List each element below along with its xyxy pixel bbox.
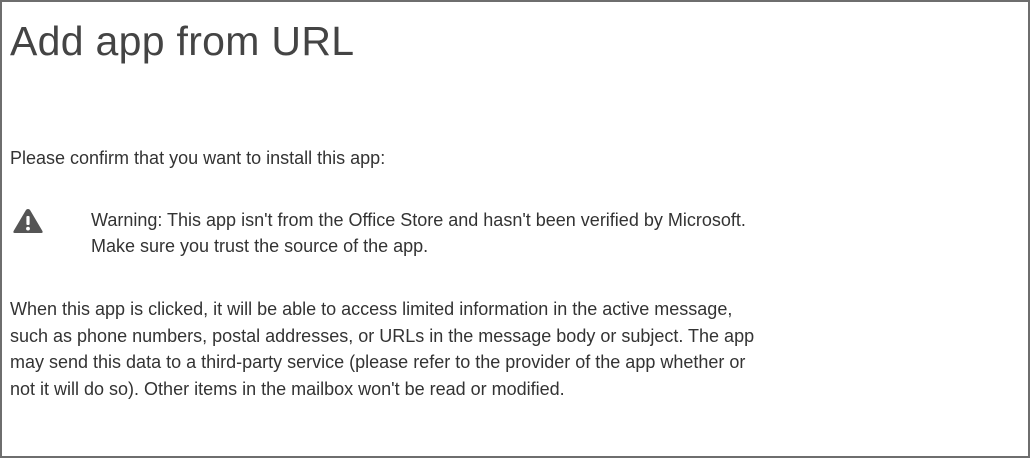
info-line: may send this data to a third-party serv… (10, 352, 746, 372)
add-app-dialog: Add app from URL Please confirm that you… (0, 0, 1030, 458)
warning-line-1: Warning: This app isn't from the Office … (91, 210, 746, 230)
warning-line-2: Make sure you trust the source of the ap… (91, 236, 429, 256)
info-line: When this app is clicked, it will be abl… (10, 299, 733, 319)
info-line: not it will do so). Other items in the m… (10, 378, 565, 399)
dialog-title: Add app from URL (10, 18, 355, 64)
warning-message: Warning: This app isn't from the Office … (91, 207, 1011, 259)
confirm-message: Please confirm that you want to install … (10, 148, 386, 168)
info-paragraph: When this app is clicked, it will be abl… (10, 296, 1020, 402)
warning-triangle-icon (12, 207, 44, 235)
info-line: such as phone numbers, postal addresses,… (10, 325, 755, 346)
